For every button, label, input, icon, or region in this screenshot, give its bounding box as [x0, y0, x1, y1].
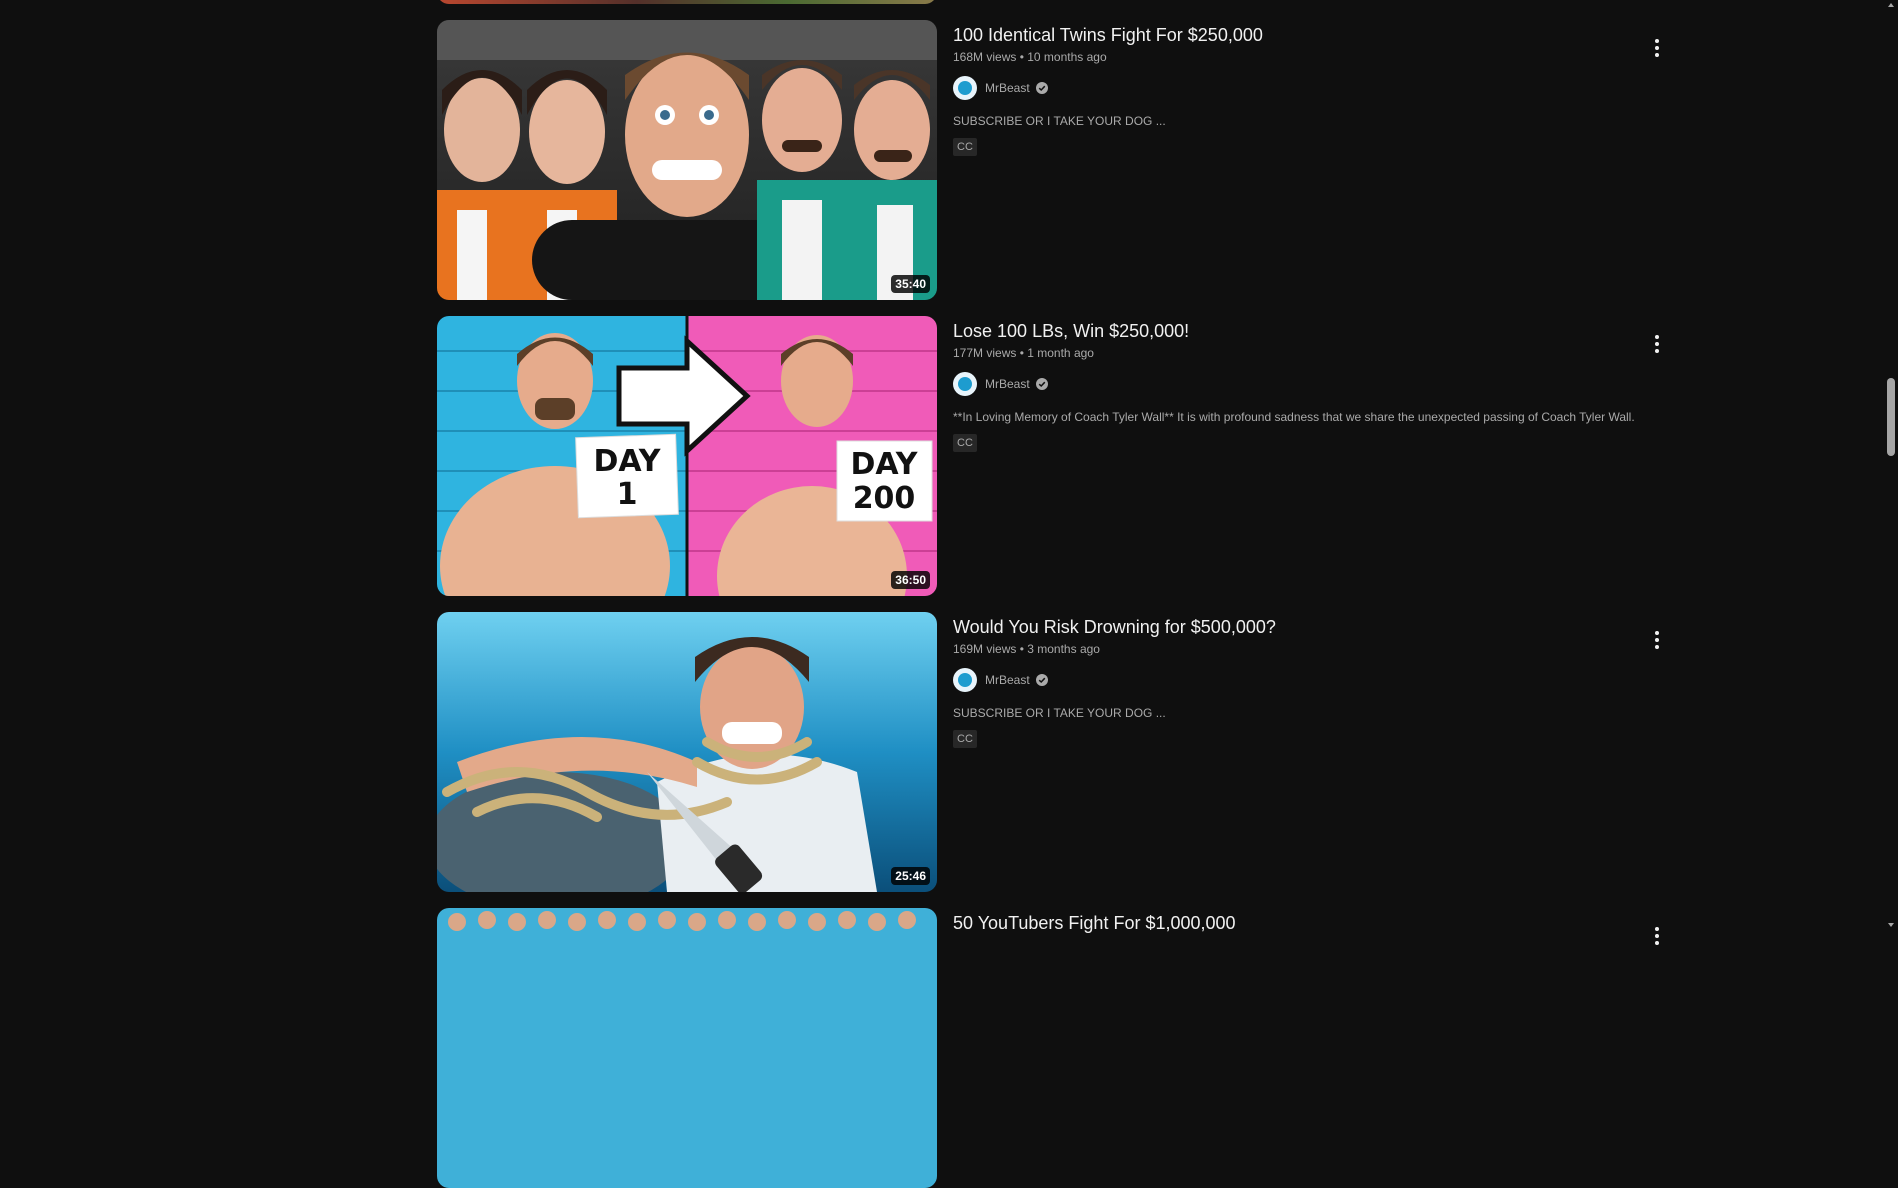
cc-badge: CC [953, 730, 977, 748]
video-description: **In Loving Memory of Coach Tyler Wall**… [953, 410, 1635, 424]
meta-separator: • [1019, 346, 1024, 360]
video-metadata: 169M views • 3 months ago [953, 640, 1633, 658]
page-scrollbar[interactable] [1884, 0, 1898, 930]
thumbnail-image: DAY 1 DAY 200 [437, 316, 937, 596]
thumb-sign-right-line1: DAY [851, 447, 919, 482]
verified-check-icon [1035, 674, 1048, 686]
video-thumbnail[interactable] [437, 908, 937, 1188]
more-actions-button[interactable] [1637, 620, 1677, 660]
scroll-down-icon[interactable] [1888, 923, 1894, 927]
video-result[interactable]: 50 YouTubers Fight For $1,000,000 [437, 908, 1677, 1188]
video-info: 50 YouTubers Fight For $1,000,000 [953, 908, 1633, 936]
more-actions-button[interactable] [1637, 28, 1677, 68]
video-thumbnail[interactable]: 25:46 [437, 612, 937, 892]
video-result[interactable]: 25:46 Would You Risk Drowning for $500,0… [437, 612, 1677, 892]
video-title[interactable]: 100 Identical Twins Fight For $250,000 [953, 22, 1633, 48]
video-thumbnail[interactable]: 35:40 [437, 20, 937, 300]
channel-avatar[interactable] [953, 668, 977, 692]
video-metadata: 177M views • 1 month ago [953, 344, 1633, 362]
channel-avatar[interactable] [953, 372, 977, 396]
upload-age: 10 months ago [1027, 50, 1107, 64]
video-description: SUBSCRIBE OR I TAKE YOUR DOG ... [953, 114, 1166, 128]
more-vert-icon [1655, 631, 1659, 649]
previous-result-thumbnail[interactable] [437, 0, 937, 4]
video-metadata: 168M views • 10 months ago [953, 48, 1633, 66]
video-result[interactable]: 35:40 100 Identical Twins Fight For $250… [437, 20, 1677, 300]
video-title[interactable]: Would You Risk Drowning for $500,000? [953, 614, 1633, 640]
more-vert-icon [1655, 927, 1659, 945]
channel-name[interactable]: MrBeast [985, 81, 1030, 95]
channel-name[interactable]: MrBeast [985, 673, 1030, 687]
upload-age: 1 month ago [1027, 346, 1094, 360]
video-info: Lose 100 LBs, Win $250,000! 177M views •… [953, 316, 1635, 452]
video-thumbnail[interactable]: DAY 1 DAY 200 36:50 [437, 316, 937, 596]
channel-row: MrBeast [953, 372, 1633, 396]
thumbnail-image [437, 908, 937, 1188]
video-info: 100 Identical Twins Fight For $250,000 1… [953, 20, 1633, 156]
channel-avatar[interactable] [953, 76, 977, 100]
more-vert-icon [1655, 335, 1659, 353]
cc-badge: CC [953, 434, 977, 452]
view-count: 169M views [953, 642, 1017, 656]
scroll-up-icon[interactable] [1888, 3, 1894, 7]
video-title[interactable]: Lose 100 LBs, Win $250,000! [953, 318, 1633, 344]
thumb-sign-left-line2: 1 [617, 477, 638, 512]
video-duration: 35:40 [891, 275, 930, 293]
scrollbar-thumb[interactable] [1887, 378, 1895, 456]
channel-name[interactable]: MrBeast [985, 377, 1030, 391]
upload-age: 3 months ago [1027, 642, 1100, 656]
video-duration: 36:50 [891, 571, 930, 589]
more-actions-button[interactable] [1637, 324, 1677, 364]
video-info: Would You Risk Drowning for $500,000? 16… [953, 612, 1633, 748]
video-title[interactable]: 50 YouTubers Fight For $1,000,000 [953, 910, 1633, 936]
verified-check-icon [1035, 378, 1048, 390]
verified-check-icon [1035, 82, 1048, 94]
thumbnail-image [437, 20, 937, 300]
meta-separator: • [1019, 642, 1024, 656]
video-duration: 25:46 [891, 867, 930, 885]
video-result[interactable]: DAY 1 DAY 200 36:50 Lose 100 LBs, Win $2… [437, 316, 1677, 596]
view-count: 177M views [953, 346, 1017, 360]
channel-row: MrBeast [953, 76, 1633, 100]
cc-badge: CC [953, 138, 977, 156]
view-count: 168M views [953, 50, 1017, 64]
more-vert-icon [1655, 39, 1659, 57]
channel-row: MrBeast [953, 668, 1633, 692]
video-description: SUBSCRIBE OR I TAKE YOUR DOG ... [953, 706, 1166, 720]
thumb-sign-right-line2: 200 [853, 481, 916, 516]
thumbnail-image [437, 612, 937, 892]
meta-separator: • [1019, 50, 1024, 64]
thumb-sign-left-line1: DAY [594, 444, 662, 479]
more-actions-button[interactable] [1637, 916, 1677, 956]
